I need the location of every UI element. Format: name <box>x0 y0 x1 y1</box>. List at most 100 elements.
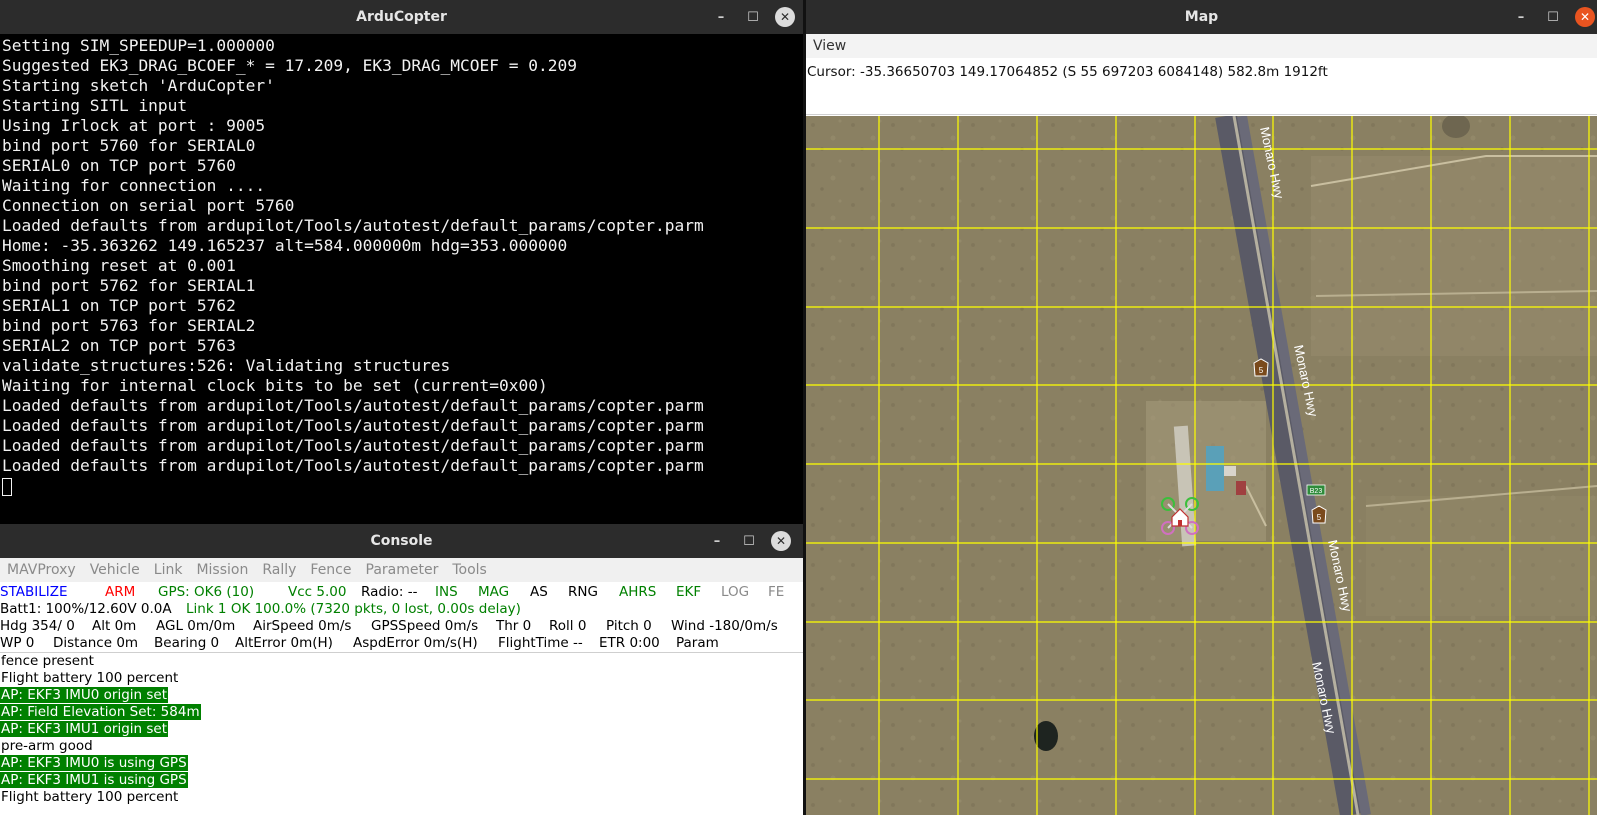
close-button[interactable]: ✕ <box>771 531 791 551</box>
status-row-flight: Hdg 354/ 0 Alt 0m AGL 0m/0m AirSpeed 0m/s GP… <box>0 618 803 635</box>
console-titlebar[interactable]: Console – ☐ ✕ <box>0 524 803 558</box>
message-log[interactable]: fence present Flight battery 100 percent A… <box>0 653 803 815</box>
menu-mission[interactable]: Mission <box>196 562 248 578</box>
maximize-button[interactable]: ☐ <box>733 524 765 558</box>
message-text: AP: EKF3 IMU0 origin set <box>0 687 168 703</box>
status-item: RNG <box>568 584 598 600</box>
status-item: Wind -180/0m/s <box>671 618 778 634</box>
terminal-line: Connection on serial port 5760 <box>2 196 295 215</box>
terminal-line: Starting SITL input <box>2 96 188 115</box>
terminal-line: Home: -35.363262 149.165237 alt=584.0000… <box>2 236 568 255</box>
status-row-battery: Batt1: 100%/12.60V 0.0A Link 1 OK 100.0% … <box>0 601 803 618</box>
map-titlebar[interactable]: Map – ☐ ✕ <box>806 0 1597 34</box>
terminal-line: bind port 5762 for SERIAL1 <box>2 276 256 295</box>
menu-rally[interactable]: Rally <box>262 562 296 578</box>
status-item: Pitch 0 <box>606 618 652 634</box>
terminal-line: SERIAL1 on TCP port 5762 <box>2 296 236 315</box>
map-window: Map – ☐ ✕ View Cursor: -35.36650703 149.… <box>806 0 1597 815</box>
message-line: fence present <box>0 653 803 670</box>
status-item: STABILIZE <box>0 584 68 600</box>
status-item: Thr 0 <box>496 618 532 634</box>
console-menubar: MAVProxy Vehicle Link Mission Rally Fence Para… <box>0 558 803 582</box>
route-shield: 5 <box>1311 505 1327 524</box>
status-item: Roll 0 <box>549 618 587 634</box>
maximize-button[interactable]: ☐ <box>1537 0 1569 34</box>
window-title: Map <box>1184 9 1219 25</box>
close-button[interactable]: ✕ <box>775 7 795 27</box>
message-line: AP: EKF3 IMU0 is using GPS <box>0 755 803 772</box>
building <box>1224 466 1236 476</box>
minimize-button[interactable]: – <box>1505 0 1537 34</box>
terminal-line: Suggested EK3_DRAG_BCOEF_* = 17.209, EK3… <box>2 56 577 75</box>
cursor-readout: Cursor: -35.36650703 149.17064852 (S 55 … <box>806 58 1597 115</box>
terminal-line: Waiting for connection .... <box>2 176 266 195</box>
status-item: Param <box>676 635 719 651</box>
close-button[interactable]: ✕ <box>1575 7 1595 27</box>
terminal-line: Loaded defaults from ardupilot/Tools/aut… <box>2 416 704 435</box>
terminal-line: Using Irlock at port : 9005 <box>2 116 266 135</box>
terminal-line: bind port 5760 for SERIAL0 <box>2 136 256 155</box>
console-window: Console – ☐ ✕ MAVProxy Vehicle Link Mission… <box>0 524 803 815</box>
map-canvas[interactable]: Monaro Hwy Monaro Hwy Monaro Hwy Monaro … <box>806 116 1597 815</box>
maximize-button[interactable]: ☐ <box>737 0 769 34</box>
terminal-line: SERIAL0 on TCP port 5760 <box>2 156 236 175</box>
message-line: Flight battery 100 percent <box>0 670 803 687</box>
menu-vehicle[interactable]: Vehicle <box>90 562 140 578</box>
terminal-output[interactable]: Setting SIM_SPEEDUP=1.000000 Suggested EK… <box>0 34 803 524</box>
status-item: AspdError 0m/s(H) <box>353 635 478 651</box>
status-item: AirSpeed 0m/s <box>253 618 352 634</box>
message-line: Flight battery 100 percent <box>0 789 803 806</box>
message-line: AP: Field Elevation Set: 584m <box>0 704 803 721</box>
status-item: AGL 0m/0m <box>156 618 236 634</box>
message-text: fence present <box>1 653 94 669</box>
minimize-button[interactable]: – <box>701 524 733 558</box>
terminal-line: Loaded defaults from ardupilot/Tools/aut… <box>2 216 704 235</box>
view-menu[interactable]: View <box>813 38 846 54</box>
terminal-line: Smoothing reset at 0.001 <box>2 256 236 275</box>
status-item: GPS: OK6 (10) <box>158 584 255 600</box>
minimize-button[interactable]: – <box>705 0 737 34</box>
menu-mavproxy[interactable]: MAVProxy <box>7 562 76 578</box>
map-view[interactable]: Monaro Hwy Monaro Hwy Monaro Hwy Monaro … <box>806 116 1597 815</box>
svg-text:5: 5 <box>1259 366 1264 375</box>
menu-link[interactable]: Link <box>154 562 183 578</box>
status-item: Batt1: 100%/12.60V 0.0A <box>0 601 172 617</box>
status-item: FlightTime -- <box>498 635 583 651</box>
status-item: FE <box>768 584 785 600</box>
cursor-text: Cursor: -35.36650703 149.17064852 (S 55 … <box>807 64 1328 80</box>
paddock <box>1366 496 1597 616</box>
terminal-line: Loaded defaults from ardupilot/Tools/aut… <box>2 436 704 455</box>
terminal-line: Setting SIM_SPEEDUP=1.000000 <box>2 36 275 55</box>
window-title: ArduCopter <box>356 9 447 25</box>
status-row-mode: STABILIZE ARM GPS: OK6 (10) Vcc 5.00 Radio: … <box>0 584 803 601</box>
route-shield: 5 <box>1253 358 1269 377</box>
status-item: Hdg 354/ 0 <box>0 618 75 634</box>
svg-text:B23: B23 <box>1310 488 1323 495</box>
terminal-line: SERIAL2 on TCP port 5763 <box>2 336 236 355</box>
arducopter-titlebar[interactable]: ArduCopter – ☐ ✕ <box>0 0 803 34</box>
status-item: Alt 0m <box>92 618 137 634</box>
svg-text:5: 5 <box>1317 513 1322 522</box>
paddock <box>1311 156 1597 356</box>
menu-tools[interactable]: Tools <box>452 562 487 578</box>
hangar <box>1206 446 1224 491</box>
status-item: WP 0 <box>0 635 35 651</box>
building <box>1236 481 1246 495</box>
status-item: LOG <box>721 584 750 600</box>
terminal-line: bind port 5763 for SERIAL2 <box>2 316 256 335</box>
message-line: AP: EKF3 IMU1 is using GPS <box>0 772 803 789</box>
menu-parameter[interactable]: Parameter <box>366 562 439 578</box>
arducopter-window: ArduCopter – ☐ ✕ Setting SIM_SPEEDUP=1.0… <box>0 0 803 524</box>
status-item: AHRS <box>619 584 657 600</box>
status-item: ETR 0:00 <box>599 635 660 651</box>
terminal-line: Loaded defaults from ardupilot/Tools/aut… <box>2 396 704 415</box>
message-text: Flight battery 100 percent <box>1 670 179 686</box>
menu-fence[interactable]: Fence <box>310 562 351 578</box>
message-text: pre-arm good <box>1 738 93 754</box>
status-item: INS <box>435 584 458 600</box>
terminal-line: Waiting for internal clock bits to be se… <box>2 376 548 395</box>
status-item: Vcc 5.00 <box>288 584 347 600</box>
message-line: pre-arm good <box>0 738 803 755</box>
message-text: AP: EKF3 IMU1 is using GPS <box>0 772 188 788</box>
message-text: AP: EKF3 IMU0 is using GPS <box>0 755 188 771</box>
